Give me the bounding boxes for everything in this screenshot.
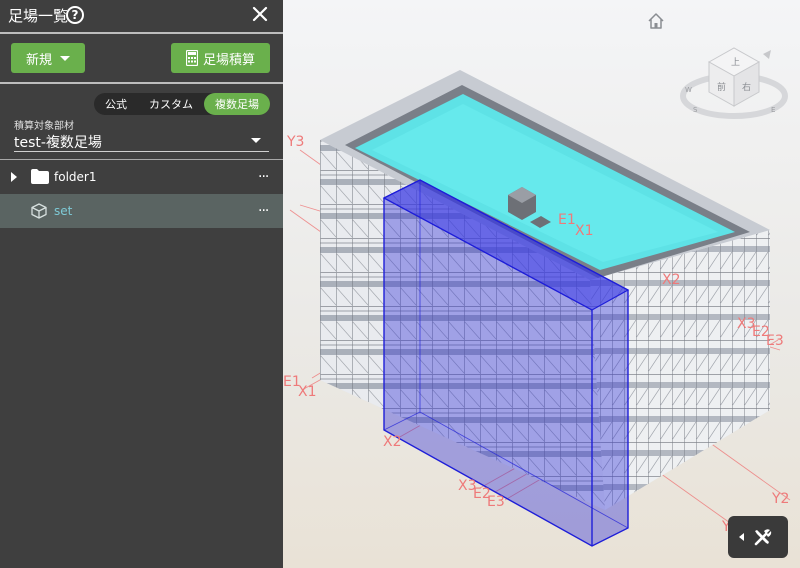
new-button[interactable]: 新規: [11, 43, 85, 73]
tab-multiple-scaffold[interactable]: 複数足場: [204, 93, 270, 115]
calculate-scaffold-label: 足場積算: [202, 52, 255, 68]
divider: [0, 32, 283, 34]
new-button-label: 新規: [25, 52, 52, 68]
3d-viewport[interactable]: Y3 E1 X1 X2 X3 E2 E3 E1 X1 X2 X3 E2 E3 Y…: [283, 0, 800, 568]
chevron-left-icon: [739, 533, 744, 541]
scaffold-list-panel: 足場一覧 ? 新規 足場積算 公式 カスタム 複数足場 積算対象部材 test-…: [0, 0, 283, 568]
chevron-down-icon: [60, 55, 70, 61]
viewcube-front-label: 前: [717, 81, 726, 93]
viewcube-right-label: 右: [742, 81, 751, 93]
grid-label-x2: X2: [662, 272, 681, 288]
more-options-icon[interactable]: ···: [258, 203, 269, 219]
calculate-scaffold-button[interactable]: 足場積算: [171, 43, 270, 73]
help-icon[interactable]: ?: [66, 6, 84, 24]
compass-s-label: S: [693, 106, 698, 114]
divider: [0, 82, 283, 84]
calculator-icon: [185, 50, 198, 66]
home-icon[interactable]: [647, 12, 665, 30]
grid-label-x1: X1: [298, 384, 317, 400]
grid-label-e3: E3: [766, 333, 784, 349]
tab-custom[interactable]: カスタム: [138, 93, 204, 115]
more-options-icon[interactable]: ···: [258, 169, 269, 185]
viewcube[interactable]: 上 前 右 W S E: [679, 34, 789, 120]
mode-segmented-control: 公式 カスタム 複数足場: [94, 93, 270, 115]
chevron-down-icon: [251, 138, 261, 143]
grid-label-y3: Y3: [286, 134, 304, 150]
compass-w-label: W: [685, 86, 692, 94]
panel-title: 足場一覧: [8, 7, 69, 25]
close-icon[interactable]: [251, 5, 269, 23]
grid-label-e3: E3: [487, 494, 505, 510]
tools-toggle-button[interactable]: [728, 516, 788, 558]
folder-icon: [31, 169, 49, 184]
grid-label-x2: X2: [383, 434, 402, 450]
tree-item-set[interactable]: set ···: [0, 194, 283, 228]
tree-item-folder1[interactable]: folder1 ···: [0, 160, 283, 194]
tree-item-label: folder1: [54, 170, 97, 184]
grid-label-x1: X1: [575, 223, 594, 239]
target-member-value: test-複数足場: [14, 135, 102, 151]
target-member-select[interactable]: test-複数足場: [14, 130, 269, 152]
tools-icon: [754, 529, 772, 546]
grid-label-e1: E1: [558, 212, 576, 228]
compass-e-label: E: [771, 106, 775, 114]
cube-icon: [31, 203, 47, 219]
tab-official[interactable]: 公式: [94, 93, 138, 115]
viewcube-top-label: 上: [731, 57, 740, 68]
panel-header: 足場一覧 ?: [0, 0, 283, 32]
expand-caret-icon[interactable]: [11, 172, 17, 182]
tree-item-label: set: [54, 204, 73, 218]
grid-label-y2: Y2: [771, 491, 789, 507]
